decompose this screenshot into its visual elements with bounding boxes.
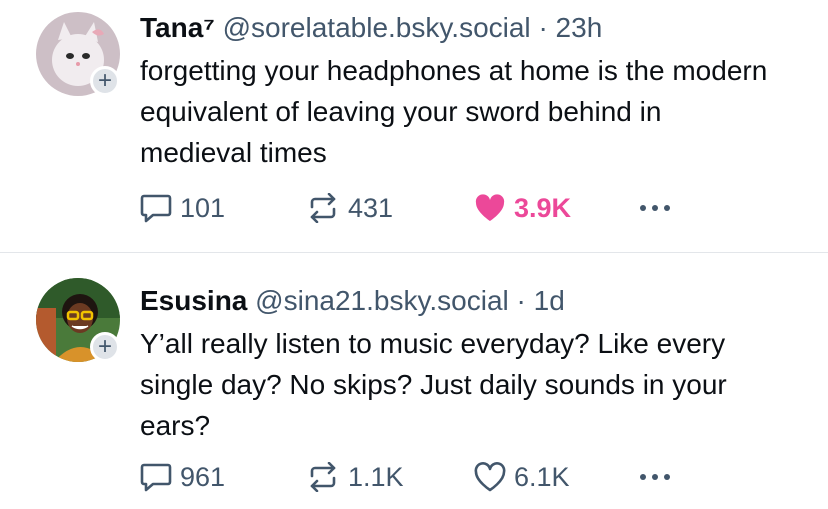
more-options-button[interactable] xyxy=(640,188,670,228)
author-display-name[interactable]: Tana⁷ xyxy=(140,12,215,43)
author-avatar[interactable]: + xyxy=(36,12,120,96)
meta-separator: · xyxy=(516,285,526,316)
post-header: Esusina @sina21.bsky.social · 1d xyxy=(140,283,804,319)
like-count: 3.9K xyxy=(514,192,572,223)
heart-icon xyxy=(474,462,506,492)
reply-button[interactable]: 961 xyxy=(140,457,225,497)
speech-bubble-icon xyxy=(140,193,172,223)
post-actions: 101 431 3.9K xyxy=(140,188,700,228)
repost-button[interactable]: 431 xyxy=(306,188,393,228)
post-text: forgetting your headphones at home is th… xyxy=(140,55,768,168)
reply-count: 961 xyxy=(180,461,226,492)
ellipsis-icon xyxy=(640,474,670,480)
heart-icon xyxy=(474,193,506,223)
post-card[interactable]: + Esusina @sina21.bsky.social · 1d Y’all… xyxy=(0,253,828,509)
author-display-name[interactable]: Esusina xyxy=(140,285,247,316)
speech-bubble-icon xyxy=(140,462,172,492)
repost-arrows-icon xyxy=(306,193,340,223)
repost-count: 431 xyxy=(348,192,394,223)
more-options-button[interactable] xyxy=(640,457,670,497)
post-timestamp[interactable]: 1d xyxy=(534,285,565,316)
meta-separator: · xyxy=(538,12,548,43)
author-handle[interactable]: @sorelatable.bsky.social xyxy=(223,12,531,43)
author-handle[interactable]: @sina21.bsky.social xyxy=(255,285,509,316)
author-avatar[interactable]: + xyxy=(36,278,120,362)
repost-button[interactable]: 1.1K xyxy=(306,457,404,497)
ellipsis-icon xyxy=(640,205,670,211)
reply-button[interactable]: 101 xyxy=(140,188,225,228)
post-header: Tana⁷ @sorelatable.bsky.social · 23h xyxy=(140,10,804,46)
repost-arrows-icon xyxy=(306,462,340,492)
post-card[interactable]: + Tana⁷ @sorelatable.bsky.social · 23h f… xyxy=(0,0,828,252)
like-count: 6.1K xyxy=(514,461,570,492)
repost-count: 1.1K xyxy=(348,461,404,492)
like-button[interactable]: 6.1K xyxy=(474,457,570,497)
post-actions: 961 1.1K 6.1K xyxy=(140,457,700,497)
like-button[interactable]: 3.9K xyxy=(474,188,571,228)
post-timestamp[interactable]: 23h xyxy=(556,12,603,43)
follow-plus-button[interactable]: + xyxy=(90,332,120,362)
follow-plus-button[interactable]: + xyxy=(90,66,120,96)
post-text: Y’all really listen to music everyday? L… xyxy=(140,328,727,441)
reply-count: 101 xyxy=(180,192,226,223)
